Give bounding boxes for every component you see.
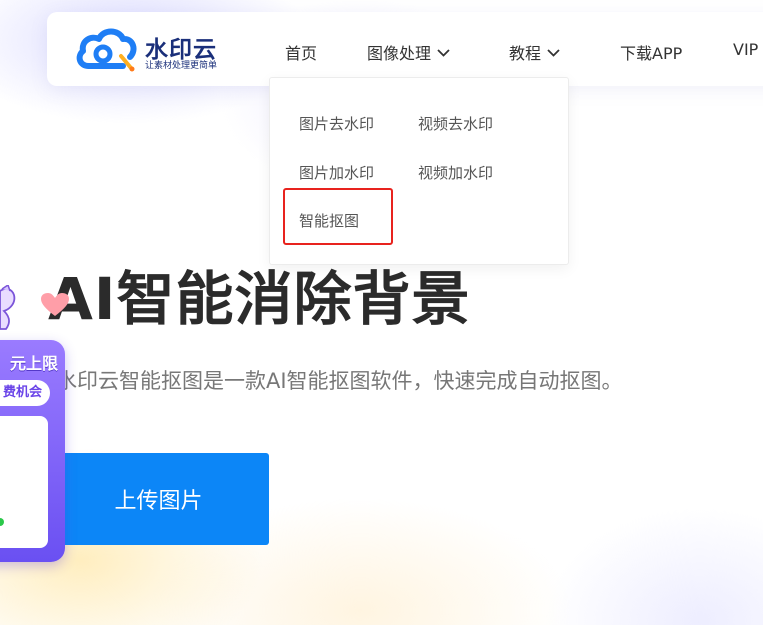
brand-slogan: 让素材处理更简单 xyxy=(145,61,218,71)
promo-pill: 费机会 xyxy=(0,380,50,406)
brand-logo[interactable]: 水印云 让素材处理更简单 xyxy=(75,26,235,72)
cloud-logo-icon xyxy=(76,28,137,72)
chevron-down-icon xyxy=(547,49,560,57)
nav-item-label: 图像处理 xyxy=(367,44,432,63)
nav-item-tutorials[interactable]: 教程 xyxy=(509,40,560,64)
heart-icon xyxy=(41,293,69,316)
menu-item-remove-video-watermark[interactable]: 视频去水印 xyxy=(418,113,493,134)
hero-subtitle: 水印云智能抠图是一款AI智能抠图软件，快速完成自动抠图。 xyxy=(56,369,623,393)
chevron-down-icon xyxy=(437,49,450,57)
nav-item-home[interactable]: 首页 xyxy=(285,40,317,64)
menu-item-add-image-watermark[interactable]: 图片加水印 xyxy=(299,162,374,183)
upload-image-button[interactable]: 上传图片 xyxy=(48,453,269,545)
promo-widget[interactable]: 元上限 费机会 xyxy=(0,340,65,562)
top-navbar: 水印云 让素材处理更简单 首页 图像处理 教程 下载APP VIP xyxy=(47,12,763,86)
nav-item-image-processing[interactable]: 图像处理 xyxy=(367,40,450,64)
highlight-annotation-box xyxy=(283,188,393,245)
nav-item-download-app[interactable]: 下载APP xyxy=(620,40,682,64)
upload-button-label: 上传图片 xyxy=(114,489,203,514)
nav-item-vip[interactable]: VIP xyxy=(733,40,758,59)
hero-title: AI智能消除背景 xyxy=(48,265,471,333)
promo-headline: 元上限 xyxy=(9,354,58,373)
menu-item-remove-image-watermark[interactable]: 图片去水印 xyxy=(299,113,374,134)
qr-code xyxy=(0,416,48,548)
nav-item-label: 教程 xyxy=(509,44,542,63)
mascot-icon xyxy=(0,285,16,330)
menu-item-add-video-watermark[interactable]: 视频加水印 xyxy=(418,162,493,183)
